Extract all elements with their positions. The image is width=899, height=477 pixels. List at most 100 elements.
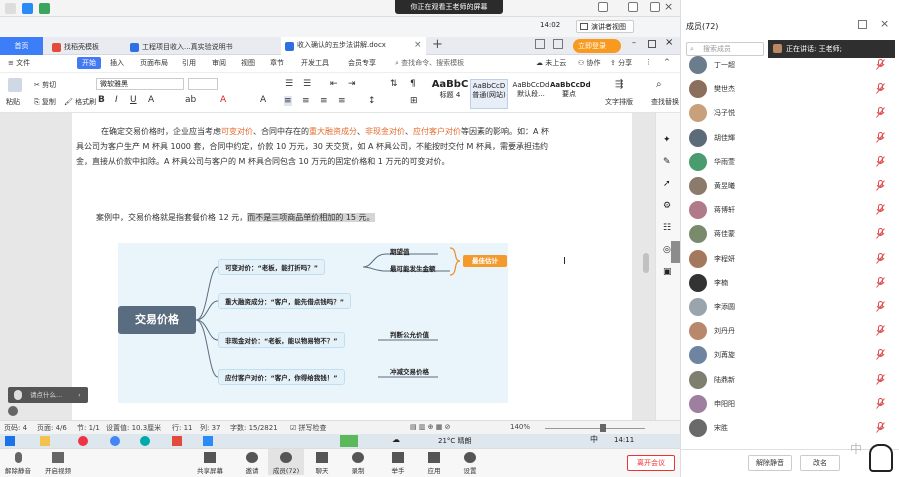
invite-button[interactable]: 邀请 <box>234 449 270 475</box>
mic-muted-icon[interactable] <box>876 301 885 312</box>
member-row[interactable]: 申阳阳 <box>682 392 897 416</box>
minimize-window-icon[interactable] <box>598 2 608 12</box>
meeting-taskbar-icon[interactable] <box>203 436 213 446</box>
zoom-slider[interactable] <box>545 428 645 429</box>
tab-home[interactable]: 首页 <box>0 37 43 55</box>
layout-icon[interactable] <box>535 39 545 49</box>
status-words[interactable]: 字数: 15/2821 <box>230 423 278 433</box>
menu-chapter[interactable]: 章节 <box>270 58 284 68</box>
justify-icon[interactable]: ≡ <box>338 96 346 106</box>
mic-muted-icon[interactable] <box>876 59 885 70</box>
start-icon[interactable] <box>5 436 15 446</box>
popout-icon[interactable] <box>858 20 867 29</box>
close-tab-icon[interactable]: × <box>414 37 422 53</box>
floating-tool-bar[interactable]: 请点什么... ‹ <box>8 387 88 403</box>
minimize-icon[interactable]: – <box>632 38 636 47</box>
record-dot-icon[interactable] <box>8 406 18 416</box>
zoom-level[interactable]: 140% <box>510 423 530 431</box>
sort-icon[interactable]: ⇅ <box>390 79 398 89</box>
mindmap-image[interactable]: 交易价格 可变对价：“老板，能打折吗？” 重大融资成分：“客户，能先借点钱吗？”… <box>118 243 508 403</box>
font-family-select[interactable]: 微软雅黑 <box>96 78 184 90</box>
underline-button[interactable]: U <box>130 95 137 105</box>
borders-icon[interactable]: ⊞ <box>410 96 418 106</box>
style-default-paragraph[interactable]: AaBbCcDd 默认段... <box>512 79 550 109</box>
bullets-icon[interactable]: ☰ <box>285 79 293 89</box>
rename-button[interactable]: 改名 <box>800 455 840 471</box>
member-row[interactable]: 刘苒旋 <box>682 343 897 367</box>
menu-file[interactable]: ≡ 文件 <box>8 58 30 68</box>
image-icon[interactable]: ▣ <box>663 267 672 277</box>
member-row[interactable]: 陆鼎新 <box>682 368 897 392</box>
share-button[interactable]: ⇪ 分享 <box>610 58 632 68</box>
raise-hand-button[interactable]: 举手 <box>380 449 416 475</box>
member-row[interactable]: 蒋佳蒙 <box>682 222 897 246</box>
menu-page-layout[interactable]: 页面布局 <box>140 58 168 68</box>
mic-muted-icon[interactable] <box>876 180 885 191</box>
char-border-button[interactable]: A <box>260 95 266 105</box>
mic-muted-icon[interactable] <box>876 373 885 385</box>
italic-button[interactable]: I <box>115 95 118 105</box>
font-size-select[interactable] <box>188 78 218 90</box>
align-right-icon[interactable]: ≡ <box>320 96 328 106</box>
show-marks-icon[interactable]: ¶ <box>410 79 416 89</box>
paragraph-1[interactable]: 在确定交易价格时，企业应当考虑可变对价、合同中存在的重大融资成分、非现金对价、应… <box>76 124 550 169</box>
command-search[interactable]: ⌕ 查找命令、搜索模板 <box>395 58 464 68</box>
paste-icon[interactable] <box>8 78 22 92</box>
mic-muted-icon[interactable] <box>876 349 885 361</box>
align-left-icon[interactable]: ≡ <box>284 96 292 106</box>
member-row[interactable]: 胡佳輝 <box>682 126 897 150</box>
members-button[interactable]: 成员(72) <box>268 449 304 475</box>
tab-template[interactable]: 找稻壳模板 <box>48 39 99 55</box>
mic-muted-icon[interactable] <box>876 131 885 143</box>
wps-taskbar-icon[interactable] <box>172 436 182 446</box>
spell-check[interactable]: ☑ 拼写检查 <box>290 423 327 433</box>
menu-developer[interactable]: 开发工具 <box>301 58 329 68</box>
member-row[interactable]: 冯子悦 <box>682 101 897 125</box>
ime-indicator[interactable]: 中 <box>590 434 598 445</box>
more-icon[interactable]: ⋮ <box>645 58 652 66</box>
compass-icon[interactable]: ✦ <box>663 135 671 145</box>
menu-review[interactable]: 审阅 <box>212 58 226 68</box>
new-tab-icon[interactable]: + <box>432 37 443 52</box>
member-row[interactable]: 蒋博轩 <box>682 198 897 222</box>
member-row[interactable]: 丁一超 <box>682 53 897 77</box>
restore-icon[interactable] <box>650 2 660 12</box>
menu-view[interactable]: 视图 <box>241 58 255 68</box>
paste-button[interactable]: 粘贴 <box>6 97 20 107</box>
member-row[interactable]: 李程妍 <box>682 247 897 271</box>
member-row[interactable]: 李添圆 <box>682 295 897 319</box>
find-replace-button[interactable]: 查找替换 <box>651 97 679 107</box>
menu-insert[interactable]: 插入 <box>110 58 124 68</box>
mic-muted-icon[interactable] <box>876 325 885 336</box>
close-icon[interactable]: × <box>664 0 673 13</box>
member-row[interactable]: 刘丹丹 <box>682 319 897 343</box>
collapse-icon[interactable]: ‹ <box>78 387 81 403</box>
collaborate-button[interactable]: ⚇ 协作 <box>578 58 601 68</box>
cloud-status[interactable]: ☁ 未上云 <box>536 58 566 68</box>
style-key-points[interactable]: AaBbCcDd 要点 <box>550 79 591 109</box>
mic-muted-icon[interactable] <box>876 252 885 264</box>
style-heading4[interactable]: AaBbC 标题 4 <box>430 79 470 109</box>
login-button[interactable]: 立即登录 <box>573 39 621 53</box>
fullscreen-icon[interactable] <box>628 2 638 12</box>
close-window-icon[interactable]: × <box>665 37 673 48</box>
speaker-view-dropdown[interactable]: 演讲者视图 <box>576 20 634 33</box>
apps-button[interactable]: 应用 <box>416 449 452 475</box>
member-row[interactable]: 李楠 <box>682 271 897 295</box>
tab-engineering-doc[interactable]: 工程项目收入...真实验说明书 <box>126 39 233 55</box>
menu-references[interactable]: 引用 <box>182 58 196 68</box>
location-icon[interactable]: ◎ <box>663 245 671 255</box>
unmute-all-button[interactable]: 解除静音 <box>748 455 792 471</box>
chat-button[interactable]: 聊天 <box>304 449 340 475</box>
member-row[interactable]: 樊世杰 <box>682 77 897 101</box>
start-video-button[interactable]: 开启视频 <box>40 449 76 475</box>
format-painter-button[interactable]: 🖌 格式刷 <box>64 97 96 107</box>
ime-float-icon[interactable]: 中 <box>850 440 870 470</box>
line-spacing-icon[interactable]: ↕ <box>368 96 376 106</box>
cursor-icon[interactable]: ➚ <box>663 179 671 189</box>
mic-muted-icon[interactable] <box>876 228 885 240</box>
mic-muted-icon[interactable] <box>876 155 885 167</box>
copy-button[interactable]: ⎘ 复制 <box>34 97 56 107</box>
record-button[interactable]: 录制 <box>340 449 376 475</box>
paragraph-2[interactable]: 案例中，交易价格就是指套餐价格 12 元，而不是三项商品单价相加的 15 元。 <box>96 210 536 225</box>
